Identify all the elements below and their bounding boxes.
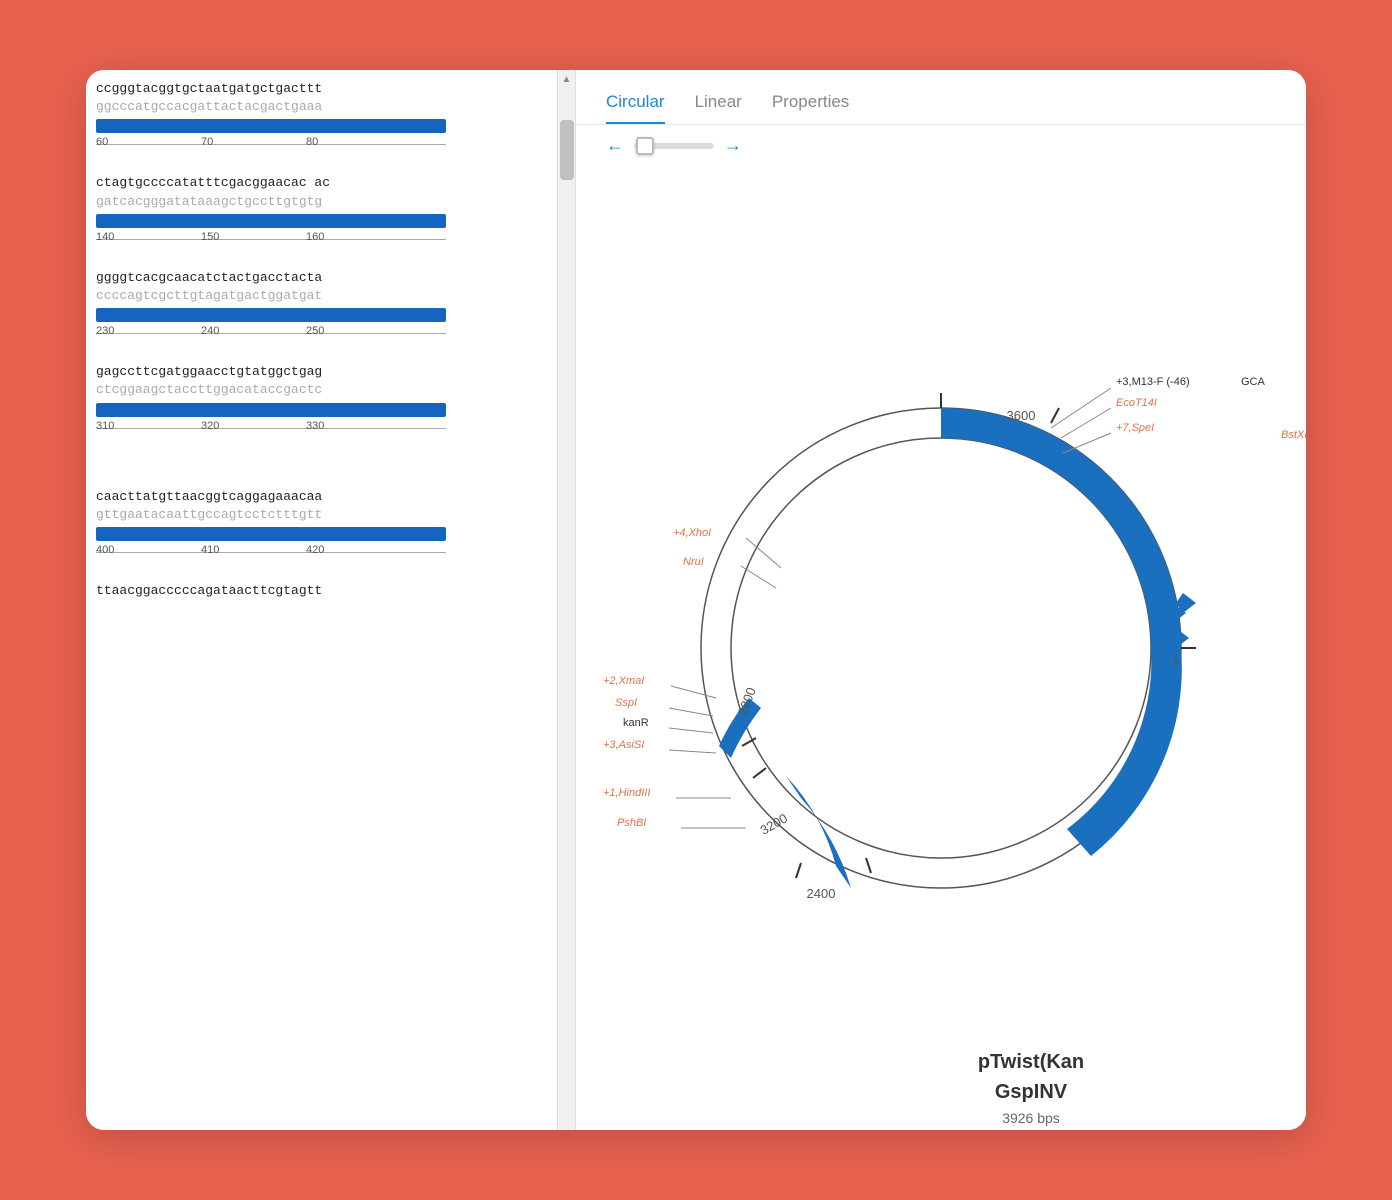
plasmid-svg: 3600 3200 2800 2400 1 pTwist(Kan GspINV … [601, 308, 1281, 988]
seq-bot-4: ctcggaagctaccttggacataccgactc [96, 381, 556, 399]
ruler-2: 140 150 160 [96, 231, 446, 251]
slider-left-arrow[interactable]: ← [606, 135, 624, 156]
seq-top-6: ttaacggacccccagataacttcgtagtt [96, 582, 556, 600]
ruler-3: 230 240 250 [96, 325, 446, 345]
svg-text:BstXI: BstXI [1281, 429, 1306, 441]
seq-bar-1 [96, 119, 446, 133]
slider-right-arrow[interactable]: → [724, 135, 742, 156]
scrollbar-thumb[interactable] [560, 120, 574, 180]
svg-text:2400: 2400 [807, 886, 836, 901]
svg-text:kanR: kanR [623, 717, 649, 729]
seq-block-6: ttaacggacccccagataacttcgtagtt [96, 582, 556, 600]
seq-bot-1: ggcccatgccacgattactacgactgaaa [96, 98, 556, 116]
sequence-content: ccgggtacggtgctaatgatgctgacttt ggcccatgcc… [86, 70, 556, 628]
ruler-4: 310 320 330 [96, 420, 446, 440]
seq-block-1: ccgggtacggtgctaatgatgctgacttt ggcccatgcc… [96, 80, 556, 156]
svg-text:3600: 3600 [1007, 408, 1036, 423]
seq-bot-5: gttgaatacaattgccagtcctctttgtt [96, 506, 556, 524]
main-card: ccgggtacggtgctaatgatgctgacttt ggcccatgcc… [86, 70, 1306, 1130]
tabs-bar: Circular Linear Properties [576, 70, 1306, 125]
svg-text:+2,XmaI: +2,XmaI [603, 675, 644, 687]
svg-text:1: 1 [1172, 651, 1179, 666]
scroll-up-arrow[interactable]: ▲ [558, 70, 575, 90]
seq-block-4: gagccttcgatggaacctgtatggctgag ctcggaagct… [96, 363, 556, 439]
svg-text:+7,SpeI: +7,SpeI [1116, 422, 1154, 434]
svg-text:EcoT14I: EcoT14I [1116, 397, 1157, 409]
svg-text:GCA: GCA [1241, 376, 1266, 388]
seq-bot-3: ccccagtcgcttgtagatgactggatgat [96, 287, 556, 305]
slider-row: ← → [576, 125, 1306, 166]
seq-bot-2: gatcacgggatataaagctgccttgtgtg [96, 193, 556, 211]
seq-bar-5 [96, 527, 446, 541]
svg-text:SspI: SspI [615, 697, 637, 709]
seq-bar-4 [96, 403, 446, 417]
svg-text:NruI: NruI [683, 556, 704, 568]
tab-linear[interactable]: Linear [695, 92, 742, 124]
seq-block-5: caacttatgttaacggtcaggagaaacaa gttgaataca… [96, 488, 556, 564]
svg-text:+3,M13-F (-46): +3,M13-F (-46) [1116, 376, 1190, 388]
right-panel: Circular Linear Properties ← → [576, 70, 1306, 1130]
circular-map: 3600 3200 2800 2400 1 pTwist(Kan GspINV … [601, 308, 1281, 988]
svg-text:3926 bps: 3926 bps [1002, 1110, 1060, 1126]
slider-thumb[interactable] [636, 137, 654, 155]
left-panel: ccgggtacggtgctaatgatgctgacttt ggcccatgcc… [86, 70, 576, 1130]
ruler-1: 60 70 80 [96, 136, 446, 156]
tab-circular[interactable]: Circular [606, 92, 665, 124]
seq-block-2: ctagtgccccatatttcgacggaacac ac gatcacggg… [96, 174, 556, 250]
seq-top-5: caacttatgttaacggtcaggagaaacaa [96, 488, 556, 506]
ruler-5: 400 410 420 [96, 544, 446, 564]
seq-bar-3 [96, 308, 446, 322]
svg-text:3200: 3200 [757, 810, 790, 837]
seq-top-1: ccgggtacggtgctaatgatgctgacttt [96, 80, 556, 98]
slider-track[interactable] [634, 143, 714, 149]
svg-text:PshBI: PshBI [617, 817, 646, 829]
seq-bar-2 [96, 214, 446, 228]
circular-area: 3600 3200 2800 2400 1 pTwist(Kan GspINV … [576, 166, 1306, 1130]
seq-top-2: ctagtgccccatatttcgacggaacac ac [96, 174, 556, 192]
seq-top-3: ggggtcacgcaacatctactgacctacta [96, 269, 556, 287]
seq-block-3: ggggtcacgcaacatctactgacctacta ccccagtcgc… [96, 269, 556, 345]
svg-text:+4,XhoI: +4,XhoI [673, 527, 711, 539]
seq-top-4: gagccttcgatggaacctgtatggctgag [96, 363, 556, 381]
svg-text:+1,HindIII: +1,HindIII [603, 787, 650, 799]
svg-text:pTwist(Kan: pTwist(Kan [978, 1051, 1084, 1073]
scrollbar[interactable]: ▲ [557, 70, 575, 1130]
svg-text:GspINV: GspINV [995, 1081, 1068, 1103]
svg-text:+3,AsiSI: +3,AsiSI [603, 739, 644, 751]
tab-properties[interactable]: Properties [772, 92, 849, 124]
